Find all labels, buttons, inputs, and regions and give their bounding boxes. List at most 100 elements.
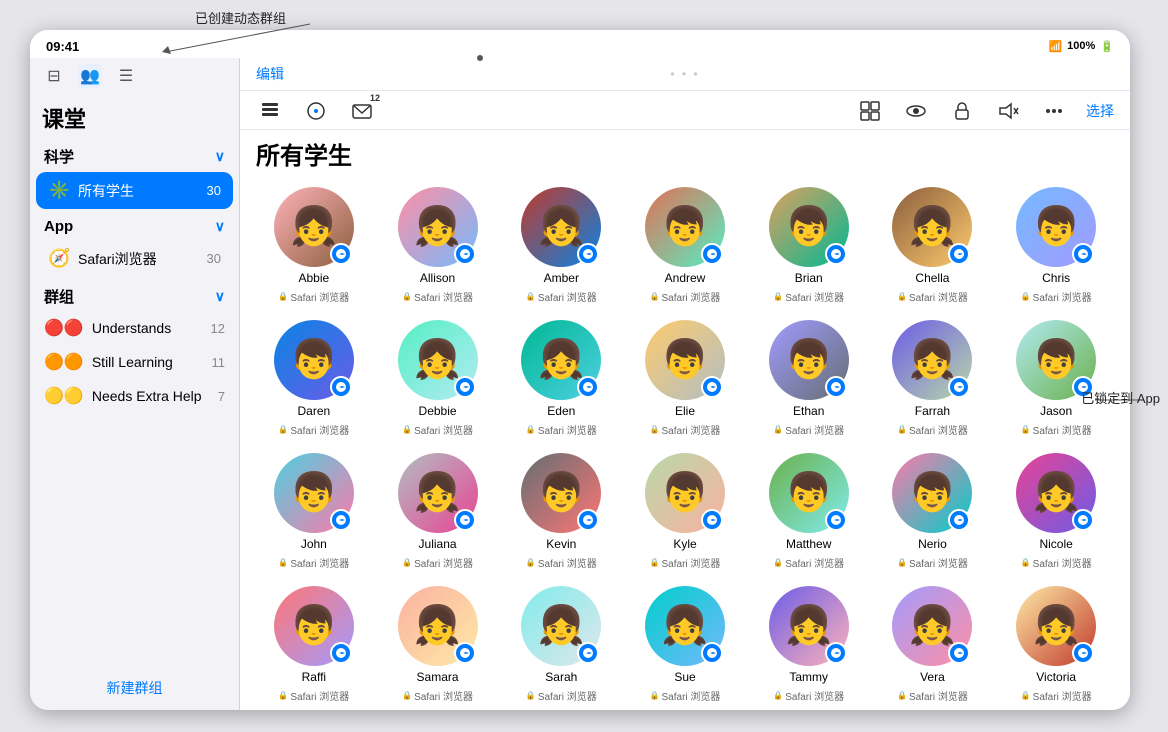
sidebar-people-icon[interactable]: 👥: [78, 64, 102, 88]
student-card-allison[interactable]: 👧 Allison Safari 浏览器: [380, 187, 496, 304]
safari-badge: [825, 642, 847, 664]
toolbar-lock-icon[interactable]: [948, 97, 976, 125]
student-avatar-wrap: 👧: [892, 586, 972, 666]
safari-badge: [1072, 243, 1094, 265]
student-card-kyle[interactable]: 👦 Kyle Safari 浏览器: [627, 453, 743, 570]
sidebar-group-needs-help[interactable]: 🟡🟡 Needs Extra Help 7: [30, 379, 239, 413]
student-card-chella[interactable]: 👧 Chella Safari 浏览器: [875, 187, 991, 304]
safari-badge: [825, 243, 847, 265]
toolbar-layers-icon[interactable]: [256, 97, 284, 125]
student-name: Kyle: [673, 537, 696, 551]
safari-badge: [948, 642, 970, 664]
student-card-nerio[interactable]: 👦 Nerio Safari 浏览器: [875, 453, 991, 570]
student-avatar-wrap: 👧: [1016, 586, 1096, 666]
student-app: Safari 浏览器: [650, 422, 721, 437]
student-app: Safari 浏览器: [278, 289, 349, 304]
student-face: 👧: [290, 208, 337, 246]
student-avatar-wrap: 👧: [521, 320, 601, 400]
student-avatar-wrap: 👧: [645, 586, 725, 666]
student-app: Safari 浏览器: [278, 422, 349, 437]
student-card-juliana[interactable]: 👧 Juliana Safari 浏览器: [380, 453, 496, 570]
student-avatar-wrap: 👦: [645, 187, 725, 267]
student-card-raffi[interactable]: 👦 Raffi Safari 浏览器: [256, 586, 372, 703]
ipad-frame: 09:41 📶 100% 🔋 ⊟ 👥 ☰ 课堂 科学 ∨ ✳️: [30, 30, 1130, 710]
student-face: 👦: [661, 341, 708, 379]
student-face: 👧: [785, 607, 832, 645]
student-card-samara[interactable]: 👧 Samara Safari 浏览器: [380, 586, 496, 703]
safari-badge: [701, 642, 723, 664]
safari-count: 30: [207, 251, 221, 266]
student-card-elie[interactable]: 👦 Elie Safari 浏览器: [627, 320, 743, 437]
student-name: John: [301, 537, 327, 551]
sidebar-group-understands[interactable]: 🔴🔴 Understands 12: [30, 311, 239, 345]
toolbar-compass-icon[interactable]: [302, 97, 330, 125]
select-button[interactable]: 选择: [1086, 101, 1114, 121]
sidebar-title: 课堂: [30, 94, 239, 138]
student-card-abbie[interactable]: 👧 Abbie Safari 浏览器: [256, 187, 372, 304]
student-face: 👦: [661, 208, 708, 246]
sidebar-groups-label: 群组: [44, 286, 74, 307]
student-card-matthew[interactable]: 👦 Matthew Safari 浏览器: [751, 453, 867, 570]
safari-badge: [330, 376, 352, 398]
sidebar-science-section[interactable]: 科学 ∨: [30, 138, 239, 171]
sidebar-panel-icon[interactable]: ⊟: [42, 64, 66, 88]
annotation-top-text: 已创建动态群组: [195, 11, 286, 26]
student-face: 👧: [414, 474, 461, 512]
student-card-sue[interactable]: 👧 Sue Safari 浏览器: [627, 586, 743, 703]
safari-badge: [577, 642, 599, 664]
student-app: Safari 浏览器: [402, 422, 473, 437]
student-card-kevin[interactable]: 👦 Kevin Safari 浏览器: [503, 453, 619, 570]
student-name: Juliana: [419, 537, 457, 551]
student-app: Safari 浏览器: [650, 289, 721, 304]
student-app: Safari 浏览器: [526, 289, 597, 304]
student-avatar-wrap: 👦: [1016, 320, 1096, 400]
toolbar-mute-icon[interactable]: [994, 97, 1022, 125]
sidebar-item-safari[interactable]: 🧭 Safari浏览器 30: [36, 240, 233, 277]
student-card-john[interactable]: 👦 John Safari 浏览器: [256, 453, 372, 570]
sidebar-app-section[interactable]: App ∨: [30, 210, 239, 239]
student-face: 👦: [1032, 341, 1079, 379]
student-app: Safari 浏览器: [773, 289, 844, 304]
student-card-farrah[interactable]: 👧 Farrah Safari 浏览器: [875, 320, 991, 437]
student-card-jason[interactable]: 👦 Jason Safari 浏览器: [998, 320, 1114, 437]
student-face: 👧: [909, 208, 956, 246]
sidebar-item-all-students[interactable]: ✳️ 所有学生 30: [36, 172, 233, 209]
new-group-button[interactable]: 新建群组: [107, 680, 163, 696]
student-face: 👦: [538, 474, 585, 512]
student-card-andrew[interactable]: 👦 Andrew Safari 浏览器: [627, 187, 743, 304]
student-card-amber[interactable]: 👧 Amber Safari 浏览器: [503, 187, 619, 304]
edit-button[interactable]: 编辑: [256, 64, 284, 84]
student-face: 👧: [661, 607, 708, 645]
student-avatar-wrap: 👦: [274, 320, 354, 400]
student-card-victoria[interactable]: 👧 Victoria Safari 浏览器: [998, 586, 1114, 703]
toolbar-grid-icon[interactable]: [856, 97, 884, 125]
student-card-brian[interactable]: 👦 Brian Safari 浏览器: [751, 187, 867, 304]
student-card-sarah[interactable]: 👧 Sarah Safari 浏览器: [503, 586, 619, 703]
student-card-ethan[interactable]: 👦 Ethan Safari 浏览器: [751, 320, 867, 437]
toolbar-more-icon[interactable]: [1040, 97, 1068, 125]
wifi-icon: 📶: [1048, 40, 1062, 53]
sidebar-list-icon[interactable]: ☰: [114, 64, 138, 88]
needs-help-icon: 🟡🟡: [44, 386, 84, 406]
student-card-vera[interactable]: 👧 Vera Safari 浏览器: [875, 586, 991, 703]
student-face: 👧: [414, 208, 461, 246]
student-app: Safari 浏览器: [402, 688, 473, 703]
student-card-chris[interactable]: 👦 Chris Safari 浏览器: [998, 187, 1114, 304]
sidebar-groups-chevron: ∨: [215, 288, 225, 305]
student-card-nicole[interactable]: 👧 Nicole Safari 浏览器: [998, 453, 1114, 570]
student-avatar-wrap: 👧: [521, 586, 601, 666]
student-name: Debbie: [419, 404, 457, 418]
student-app: Safari 浏览器: [402, 555, 473, 570]
student-card-daren[interactable]: 👦 Daren Safari 浏览器: [256, 320, 372, 437]
toolbar-eye-icon[interactable]: [902, 97, 930, 125]
student-card-debbie[interactable]: 👧 Debbie Safari 浏览器: [380, 320, 496, 437]
student-name: Abbie: [299, 271, 330, 285]
toolbar-mail-icon[interactable]: 12: [348, 97, 376, 125]
sidebar-group-still-learning[interactable]: 🟠🟠 Still Learning 11: [30, 345, 239, 379]
student-avatar-wrap: 👧: [274, 187, 354, 267]
student-face: 👦: [785, 208, 832, 246]
student-card-eden[interactable]: 👧 Eden Safari 浏览器: [503, 320, 619, 437]
sidebar-groups-section[interactable]: 群组 ∨: [30, 278, 239, 311]
student-card-tammy[interactable]: 👧 Tammy Safari 浏览器: [751, 586, 867, 703]
student-app: Safari 浏览器: [897, 422, 968, 437]
